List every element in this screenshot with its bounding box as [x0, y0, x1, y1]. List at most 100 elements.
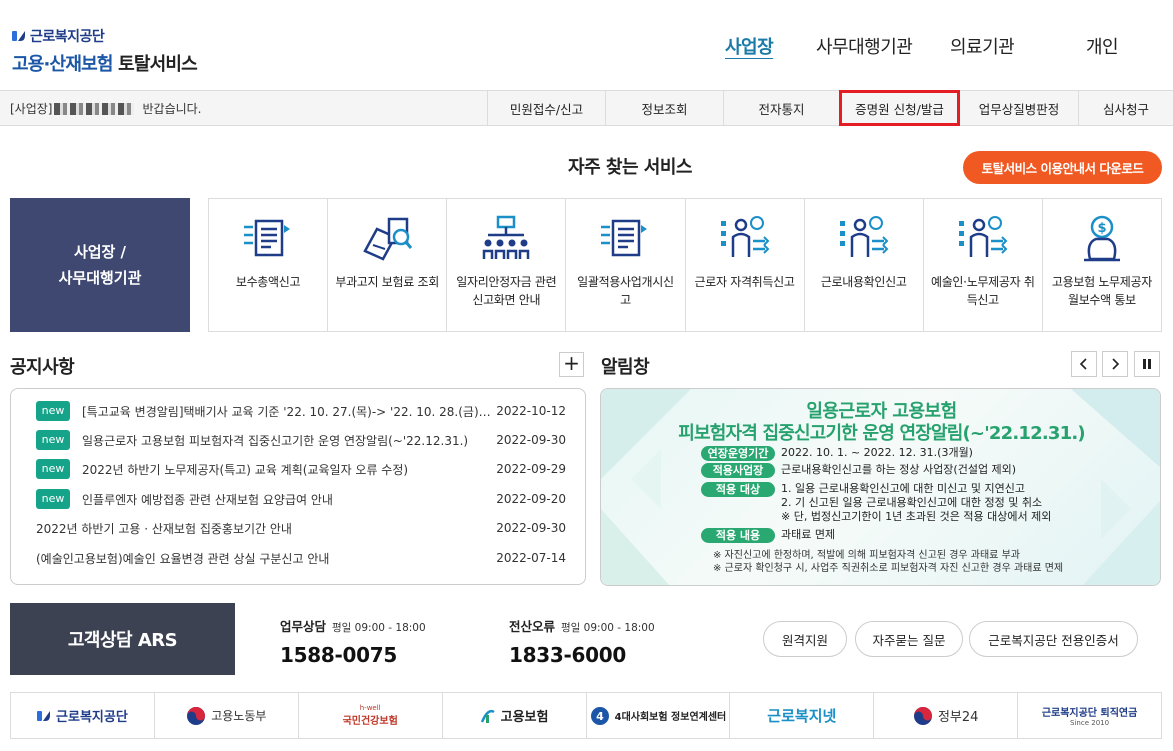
logo-gov24[interactable]: 정부24: [873, 693, 1017, 738]
list-item[interactable]: new 일용근로자 고용보험 피보험자격 집중신고기한 운영 연장알림(~'22…: [36, 430, 566, 450]
menu-info-inquiry[interactable]: 정보조회: [605, 91, 723, 125]
site-logo[interactable]: 근로복지공단 고용·산재보험 토탈서비스: [12, 26, 198, 76]
header: 근로복지공단 고용·산재보험 토탈서비스 사업장 사무대행기관 의료기관 개인: [0, 0, 1173, 90]
svg-text:$: $: [1097, 221, 1106, 236]
list-item[interactable]: new [특고교육 변경알림]택배기사 교육 기준 '22. 10. 27.(목…: [36, 401, 566, 421]
service-item[interactable]: 보수총액신고: [209, 199, 327, 331]
service-item[interactable]: 근로자 자격취득신고: [684, 199, 804, 331]
logo-org-name: 근로복지공단: [30, 29, 105, 45]
new-badge: new: [36, 459, 70, 479]
greeting-prefix: [사업장]: [10, 102, 53, 116]
list-item[interactable]: new 2022년 하반기 노무제공자(특고) 교육 계획(교육일자 오류 수정…: [36, 459, 566, 479]
service-label: 일자리안정자금 관련 신고화면 안내: [456, 275, 557, 307]
list-item[interactable]: 2022년 하반기 고용 · 산재보험 집중홍보기간 안내 2022-09-30: [36, 518, 566, 538]
new-badge: new: [36, 401, 70, 421]
services-category-panel: 사업장 / 사무대행기관: [10, 198, 190, 332]
notice-item-date: 2022-10-12: [496, 404, 566, 418]
top-bar: [사업장] 반갑습니다. 민원접수/신고 정보조회 전자통지 증명원 신청/발급…: [0, 90, 1173, 126]
logo-employment-insurance[interactable]: 고용보험: [441, 693, 586, 738]
notice-more-button[interactable]: +: [559, 352, 584, 377]
banner-title-line-2: 피보험자격 집중신고기한 운영 연장알림(~'22.12.31.): [678, 423, 1085, 444]
related-sites: 근로복지공단 고용노동부 h-well 국민건강보험 고용보험 4 4대사회보험…: [10, 692, 1162, 739]
service-item[interactable]: 일괄적용사업개시신고: [565, 199, 684, 331]
alarm-title: 알림창: [601, 357, 650, 378]
menu-occupational-disease[interactable]: 업무상질병판정: [959, 91, 1078, 125]
list-item[interactable]: new 인플루엔자 예방접종 관련 산재보험 요양급여 안내 2022-09-2…: [36, 489, 566, 509]
comwel-logo-icon: [12, 31, 25, 41]
banner-row-text: 1. 일용 근로내용확인신고에 대한 미신고 및 지연신고: [781, 482, 1025, 495]
banner-tag: 적용 대상: [701, 482, 775, 497]
logo-text: 고용노동부: [211, 709, 267, 723]
ars-panel: 고객상담 ARS: [10, 603, 235, 675]
alarm-prev-button[interactable]: [1071, 351, 1097, 377]
money-bag-icon: $: [1083, 215, 1120, 262]
service-label: 부과고지 보험료 조회: [335, 275, 440, 289]
banner-row-text: ※ 단, 법정신고기한이 1년 초과된 것은 적용 대상에서 제외: [781, 510, 1052, 523]
list-item[interactable]: (예술인고용보험)예술인 요율변경 관련 상실 구분신고 안내 2022-07-…: [36, 548, 566, 568]
chevron-right-icon: [1112, 358, 1120, 370]
guide-download-button[interactable]: 토탈서비스 이용안내서 다운로드: [963, 151, 1162, 184]
gnb-agency[interactable]: 사무대행기관: [816, 33, 913, 59]
logo-nhis[interactable]: h-well 국민건강보험: [297, 693, 442, 738]
gnb-medical[interactable]: 의료기관: [950, 33, 1015, 59]
banner-row: 적용사업장 근로내용확인신고를 하는 정상 사업장(건설업 제외): [701, 463, 1016, 478]
alarm-pause-button[interactable]: [1134, 351, 1160, 377]
work-consult: 업무상담 평일 09:00 - 18:00 1588-0075: [280, 616, 426, 667]
logo-sub: Since 2010: [1070, 719, 1110, 727]
document-list-icon: [244, 219, 291, 257]
worker-icon: [839, 216, 889, 257]
work-consult-label: 업무상담: [280, 619, 327, 634]
masked-company-name: [54, 102, 135, 115]
logo-service-a: 고용·산재보험: [12, 54, 113, 75]
logo-text: 정부24: [937, 710, 979, 725]
logo-comwel[interactable]: 근로복지공단: [11, 693, 154, 738]
service-item[interactable]: 부과고지 보험료 조회: [327, 199, 446, 331]
logo-text: 4대사회보험 정보연계센터: [614, 712, 727, 723]
notice-item-date: 2022-09-20: [496, 492, 566, 506]
gnb-personal[interactable]: 개인: [1086, 33, 1119, 59]
remote-support-button[interactable]: 원격지원: [763, 621, 847, 657]
service-item[interactable]: 일자리안정자금 관련 신고화면 안내: [446, 199, 565, 331]
certificate-button[interactable]: 근로복지공단 전용인증서: [969, 621, 1138, 657]
menu-civil-petition[interactable]: 민원접수/신고: [487, 91, 605, 125]
notice-item-date: 2022-09-30: [496, 433, 566, 447]
logo-text: 고용보험: [500, 710, 549, 725]
service-item[interactable]: 예술인·노무제공자 취득신고: [922, 199, 1042, 331]
banner-tag: 적용 내용: [701, 528, 775, 543]
notice-item-title: 인플루엔자 예방접종 관련 산재보험 요양급여 안내: [82, 492, 333, 507]
worker-icon: [720, 216, 769, 257]
menu-e-notice[interactable]: 전자통지: [723, 91, 839, 125]
logo-4insure[interactable]: 4 4대사회보험 정보연계센터: [585, 693, 730, 738]
service-label: 예술인·노무제공자 취득신고: [930, 275, 1035, 307]
work-consult-hours: 평일 09:00 - 18:00: [332, 622, 426, 634]
notice-item-date: 2022-09-30: [496, 521, 566, 535]
menu-certificate-issue[interactable]: 증명원 신청/발급: [839, 90, 960, 126]
notice-item-title: 2022년 하반기 고용 · 산재보험 집중홍보기간 안내: [36, 521, 292, 536]
logo-text: 근로복지넷: [767, 707, 837, 725]
system-error-number: 1833-6000: [509, 643, 626, 667]
greeting: [사업장] 반갑습니다.: [10, 100, 202, 117]
work-consult-number: 1588-0075: [280, 643, 397, 667]
alarm-banner[interactable]: 일용근로자 고용보험 피보험자격 집중신고기한 운영 연장알림(~'22.12.…: [600, 388, 1161, 586]
banner-row: 적용 대상 1. 일용 근로내용확인신고에 대한 미신고 및 지연신고 2. 기…: [701, 482, 1051, 524]
faq-button[interactable]: 자주묻는 질문: [855, 621, 963, 657]
logo-welfare-net[interactable]: 근로복지넷: [729, 693, 873, 738]
service-item[interactable]: $ 고용보험 노무제공자 월보수액 통보: [1041, 199, 1161, 331]
banner-tag: 연장운영기간: [701, 446, 775, 461]
notice-item-date: 2022-07-14: [496, 551, 566, 565]
new-badge: new: [36, 489, 70, 509]
panel-line-2: 사무대행기관: [58, 269, 142, 287]
service-menu: 민원접수/신고 정보조회 전자통지 증명원 신청/발급 업무상질병판정 심사청구: [487, 90, 1173, 126]
logo-pension[interactable]: 근로복지공단 퇴직연금 Since 2010: [1017, 693, 1161, 738]
panel-line-1: 사업장 /: [73, 243, 127, 261]
logo-moel[interactable]: 고용노동부: [153, 693, 298, 738]
korea-emblem-icon: [187, 706, 206, 725]
banner-note: ※ 근로자 확인청구 시, 사업주 직권취소로 피보험자격 자진 신고한 경우 …: [713, 563, 1064, 574]
notice-item-title: 일용근로자 고용보험 피보험자격 집중신고기한 운영 연장알림(~'22.12.…: [82, 433, 469, 448]
menu-review-request[interactable]: 심사청구: [1078, 91, 1173, 125]
document-list-icon: [601, 219, 648, 257]
service-item[interactable]: 근로내용확인신고: [803, 199, 923, 331]
alarm-next-button[interactable]: [1102, 351, 1128, 377]
banner-row-text: 2022. 10. 1. ~ 2022. 12. 31.(3개월): [781, 446, 973, 459]
gnb-workplace[interactable]: 사업장: [725, 33, 774, 59]
